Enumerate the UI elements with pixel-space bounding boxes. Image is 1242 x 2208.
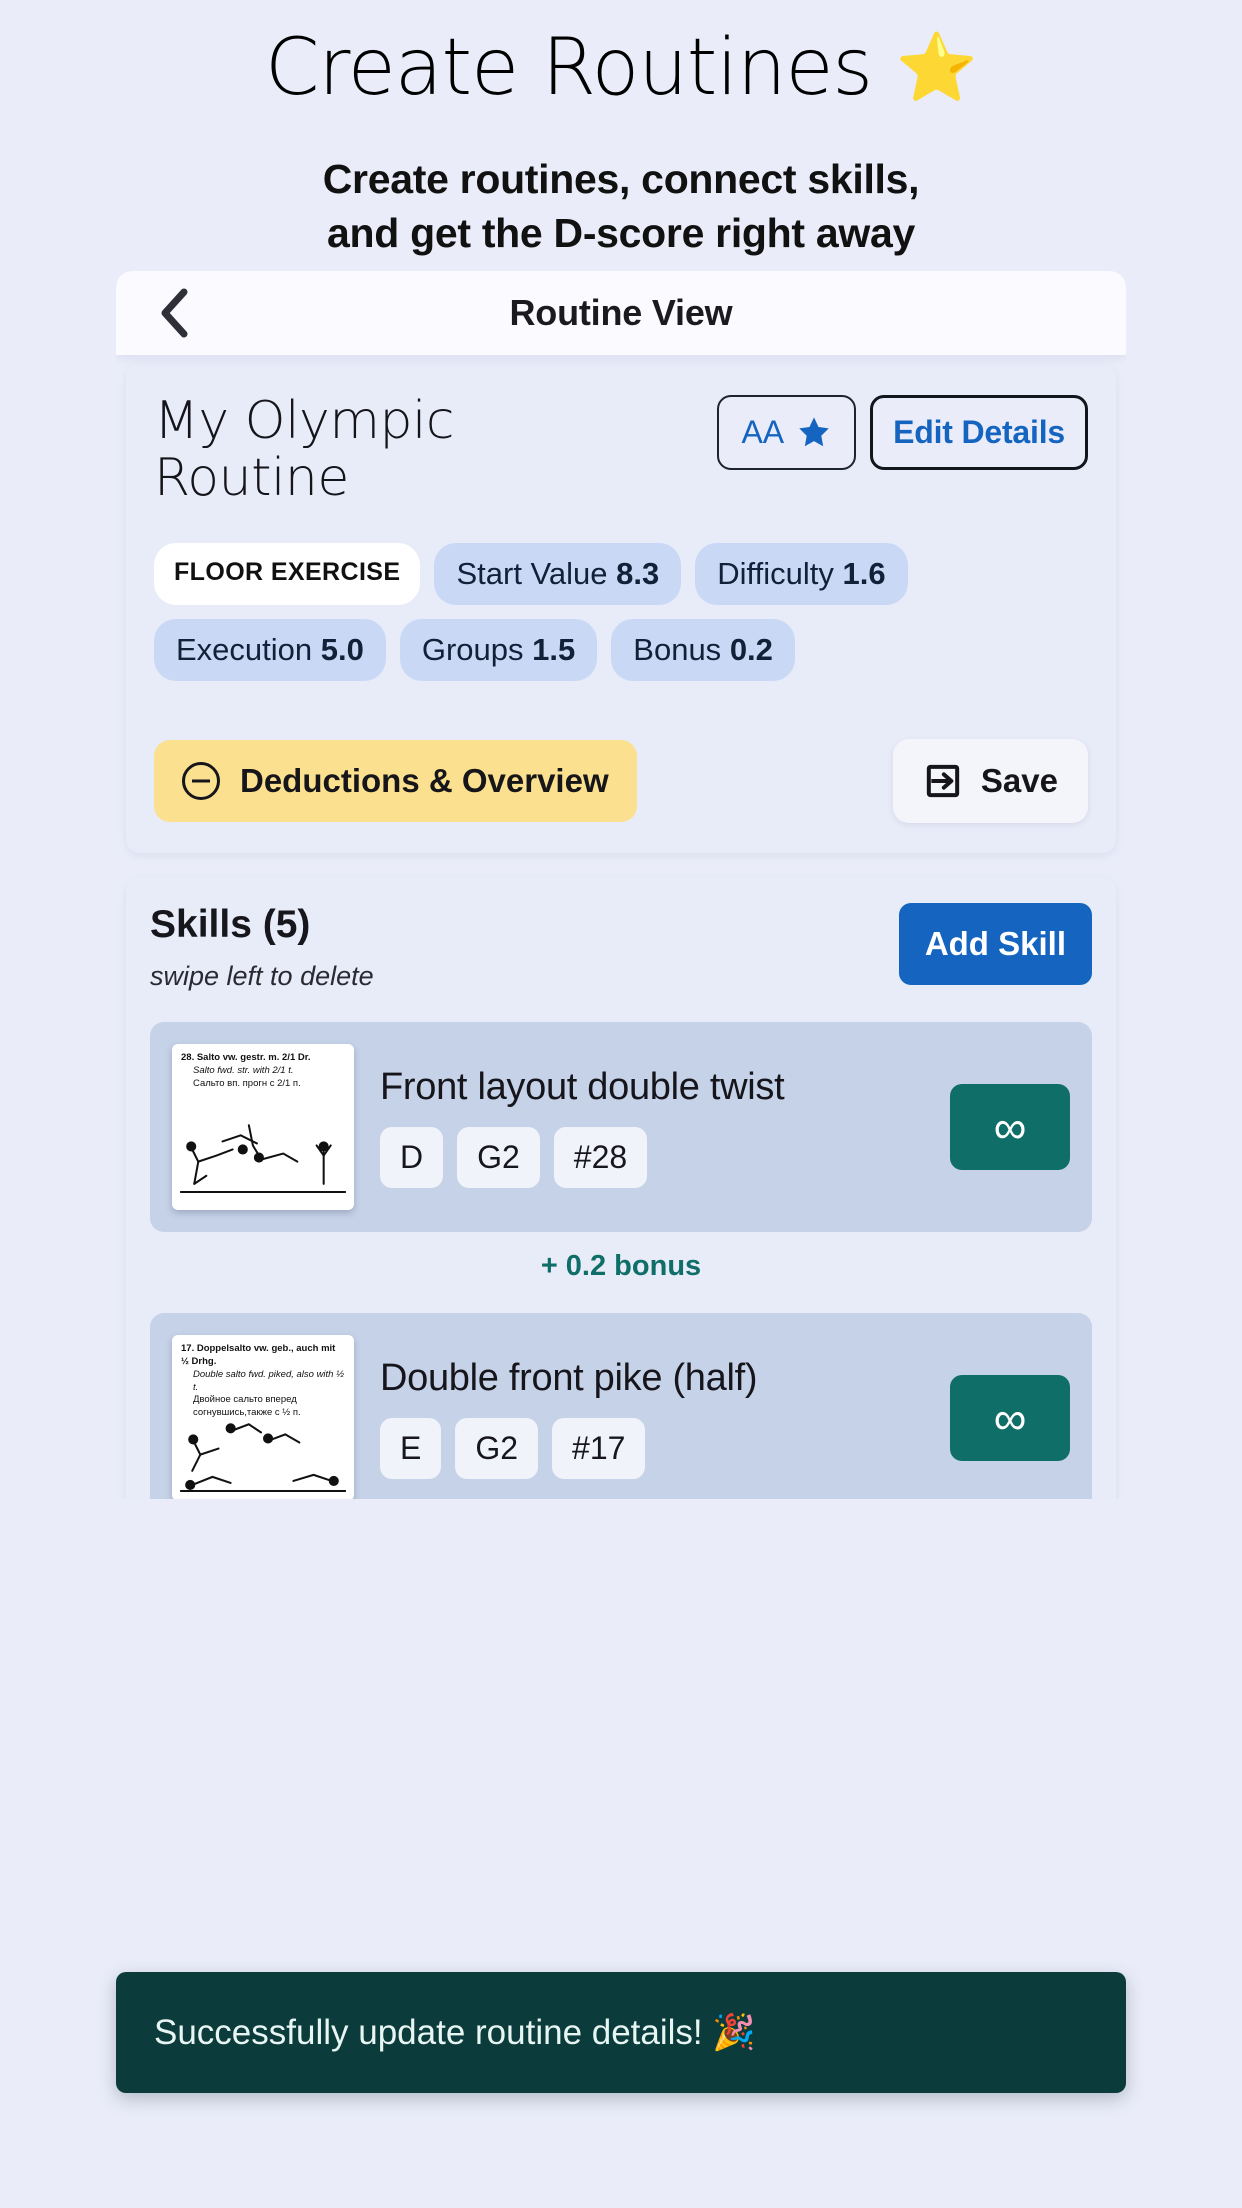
chip-difficulty-number: 1.6 xyxy=(842,556,886,592)
chip-groups-label: Groups xyxy=(421,632,524,668)
skills-header: Skills (5) swipe left to delete Add Skil… xyxy=(150,903,1092,992)
promo-subtitle-line1: Create routines, connect skills, xyxy=(322,155,920,202)
summary-action-buttons: AA Edit Details xyxy=(717,389,1088,470)
chip-groups-number: 1.5 xyxy=(532,632,576,668)
toast-notification: Successfully update routine details! 🎉 xyxy=(116,1972,1126,2093)
chip-apparatus-label: FLOOR EXERCISE xyxy=(174,558,401,587)
skill-tag-group[interactable]: G2 xyxy=(457,1127,540,1189)
gymnast-figure-illustration xyxy=(180,1124,346,1194)
chip-execution-label: Execution xyxy=(176,632,313,668)
page-title: Routine View xyxy=(509,292,733,333)
skill-list-item[interactable]: 17. Doppelsalto vw. geb., auch mit ½ Drh… xyxy=(150,1313,1092,1499)
routine-summary-card: My Olympic Routine AA Edit Details FLOOR… xyxy=(126,363,1116,854)
skill-tags: D G2 #28 xyxy=(380,1127,924,1189)
routine-name: My Olympic Routine xyxy=(154,391,455,509)
toast-message: Successfully update routine details! 🎉 xyxy=(154,2013,756,2052)
add-skill-button[interactable]: Add Skill xyxy=(898,903,1092,986)
skill-tag-difficulty[interactable]: D xyxy=(380,1127,444,1189)
skill-details: Front layout double twist D G2 #28 xyxy=(380,1066,924,1189)
chip-execution-number: 5.0 xyxy=(320,632,364,668)
promo-title: Create Routines ⭐ xyxy=(0,0,1242,114)
skill-thumbnail: 17. Doppelsalto vw. geb., auch mit ½ Drh… xyxy=(172,1335,354,1499)
aa-favorite-button[interactable]: AA xyxy=(717,395,857,470)
login-arrow-icon xyxy=(926,765,960,798)
infinity-icon: ∞ xyxy=(993,1101,1027,1154)
thumb-line-3: Сальто вп. прогн с 2/1 п. xyxy=(193,1077,301,1089)
chip-difficulty[interactable]: Difficulty 1.6 xyxy=(695,543,908,606)
chip-apparatus[interactable]: FLOOR EXERCISE xyxy=(154,543,421,606)
skills-title: Skills (5) xyxy=(150,903,311,947)
phone-screenshot: Routine View My Olympic Routine AA Edit … xyxy=(116,271,1126,1499)
skills-card: Skills (5) swipe left to delete Add Skil… xyxy=(126,877,1116,1499)
skill-tag-number[interactable]: #28 xyxy=(553,1127,648,1189)
thumb-line-1: 28. Salto vw. gestr. m. 2/1 Dr. xyxy=(181,1052,311,1064)
skill-tag-difficulty[interactable]: E xyxy=(380,1418,442,1480)
skills-header-text: Skills (5) swipe left to delete xyxy=(150,903,374,992)
thumb-line-2: Salto fwd. str. with 2/1 t. xyxy=(193,1065,294,1077)
screen-content: My Olympic Routine AA Edit Details FLOOR… xyxy=(116,363,1126,1499)
connection-badge[interactable]: ∞ xyxy=(950,1375,1070,1462)
circle-minus-icon xyxy=(182,762,220,801)
save-label: Save xyxy=(980,762,1058,800)
promo-subtitle: Create routines, connect skills, and get… xyxy=(0,152,1242,260)
skill-thumbnail: 28. Salto vw. gestr. m. 2/1 Dr. Salto fw… xyxy=(172,1044,354,1211)
connection-badge[interactable]: ∞ xyxy=(950,1084,1070,1171)
skill-tags: E G2 #17 xyxy=(380,1418,924,1480)
chip-start-value-label: Start Value xyxy=(456,556,608,592)
chip-start-value[interactable]: Start Value 8.3 xyxy=(434,543,682,606)
save-button[interactable]: Save xyxy=(892,739,1088,824)
chip-execution[interactable]: Execution 5.0 xyxy=(154,619,386,682)
navbar: Routine View xyxy=(116,271,1126,355)
summary-actions-row: Deductions & Overview Save xyxy=(154,739,1088,824)
skill-list-item[interactable]: 28. Salto vw. gestr. m. 2/1 Dr. Salto fw… xyxy=(150,1022,1092,1233)
infinity-icon: ∞ xyxy=(993,1392,1027,1445)
skill-thumbnail-caption: 28. Salto vw. gestr. m. 2/1 Dr. Salto fw… xyxy=(181,1052,345,1090)
star-icon xyxy=(799,417,829,447)
promo-subtitle-line2: and get the D-score right away xyxy=(327,209,915,256)
chip-bonus-number: 0.2 xyxy=(729,632,773,668)
chip-groups[interactable]: Groups 1.5 xyxy=(399,619,598,682)
thumb-line-1: 17. Doppelsalto vw. geb., auch mit ½ Drh… xyxy=(181,1343,336,1368)
chevron-left-icon xyxy=(161,288,188,338)
chip-bonus[interactable]: Bonus 0.2 xyxy=(611,619,795,682)
promo-title-text: Create Routines xyxy=(264,23,873,113)
deductions-label: Deductions & Overview xyxy=(240,762,609,800)
thumb-line-2: Double salto fwd. piked, also with ½ t. xyxy=(193,1368,345,1393)
skill-tag-group[interactable]: G2 xyxy=(455,1418,539,1480)
aa-label: AA xyxy=(741,414,785,450)
chip-bonus-label: Bonus xyxy=(633,632,722,668)
score-chips: FLOOR EXERCISE Start Value 8.3 Difficult… xyxy=(154,543,1088,682)
gymnast-figure-illustration xyxy=(180,1423,346,1493)
chip-difficulty-label: Difficulty xyxy=(717,556,834,592)
edit-details-button[interactable]: Edit Details xyxy=(870,395,1088,470)
skill-bonus-label: + 0.2 bonus xyxy=(540,1250,702,1283)
chip-start-value-number: 8.3 xyxy=(616,556,660,592)
summary-header-row: My Olympic Routine AA Edit Details xyxy=(154,389,1088,507)
back-button[interactable] xyxy=(146,284,204,342)
skills-hint: swipe left to delete xyxy=(150,961,374,992)
skill-details: Double front pike (half) E G2 #17 xyxy=(380,1357,924,1480)
skill-name: Front layout double twist xyxy=(380,1066,785,1109)
skill-tag-number[interactable]: #17 xyxy=(552,1418,646,1480)
star-emoji-icon: ⭐ xyxy=(895,29,978,106)
skill-name: Double front pike (half) xyxy=(380,1357,758,1400)
deductions-overview-button[interactable]: Deductions & Overview xyxy=(154,740,637,823)
